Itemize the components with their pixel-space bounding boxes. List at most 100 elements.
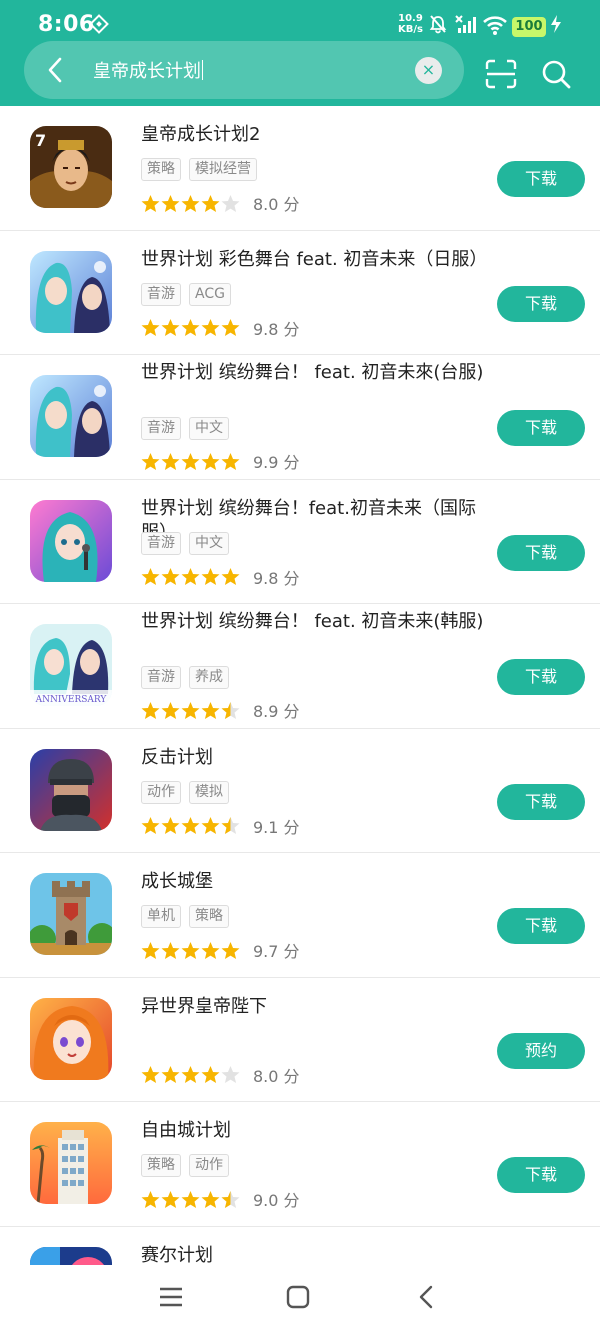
app-icon[interactable] <box>30 499 112 582</box>
category-tag: 单机 <box>141 905 181 928</box>
tag-list: 动作 模拟 <box>141 780 229 804</box>
app-name[interactable]: 自由城计划 <box>141 1119 486 1143</box>
app-icon[interactable] <box>30 250 112 333</box>
star-full-icon <box>161 1066 180 1083</box>
app-icon[interactable]: ANNIVERSARY <box>30 624 112 706</box>
star-half-icon <box>221 701 240 719</box>
category-tag: 音游 <box>141 282 181 306</box>
star-full-icon <box>161 701 180 719</box>
back-arrow-icon[interactable] <box>40 54 72 86</box>
app-icon[interactable] <box>30 748 112 831</box>
app-name[interactable]: 反击计划 <box>141 746 486 770</box>
star-full-icon <box>181 319 200 336</box>
star-full-icon <box>181 701 200 719</box>
app-list-item[interactable]: 成长城堡 单机 策略 9.7 分 下载 <box>0 853 600 978</box>
star-full-icon <box>201 452 220 470</box>
app-name[interactable]: 世界计划 彩色舞台 feat. 初音未来（日服） <box>141 248 487 272</box>
back-nav-icon[interactable] <box>416 1285 436 1309</box>
charging-icon <box>551 15 561 33</box>
menu-icon[interactable] <box>158 1285 184 1309</box>
star-full-icon <box>181 194 200 212</box>
battery-indicator: 100 <box>512 17 546 37</box>
star-full-icon <box>161 568 180 585</box>
download-button[interactable]: 下载 <box>497 285 585 322</box>
category-tag: 策略 <box>141 158 181 181</box>
star-full-icon <box>201 319 220 336</box>
search-icon[interactable] <box>540 58 572 90</box>
star-full-icon <box>181 452 200 470</box>
star-full-icon <box>161 817 180 834</box>
star-full-icon <box>181 817 200 834</box>
app-name[interactable]: 成长城堡 <box>141 870 486 894</box>
star-rating: 9.8 分 <box>141 316 300 340</box>
app-list-item[interactable]: 异世界皇帝陛下 8.0 分 预约 <box>0 978 600 1102</box>
rating-score: 9.8 分 <box>253 568 300 588</box>
search-bar[interactable]: 皇帝成长计划 × <box>24 41 464 99</box>
star-full-icon <box>141 1190 160 1208</box>
app-list-item[interactable]: ANNIVERSARY 世界计划 缤纷舞台！ feat. 初音未来(韩服) 音游 养成… <box>0 604 600 729</box>
star-full-icon <box>161 194 180 212</box>
app-name[interactable]: 世界计划 缤纷舞台！ feat. 初音未来(韩服) <box>141 610 486 634</box>
scan-icon[interactable] <box>484 58 518 90</box>
rating-score: 9.9 分 <box>253 453 300 472</box>
app-icon[interactable] <box>30 375 112 457</box>
app-list-item[interactable]: 赛尔计划 <box>0 1227 600 1266</box>
app-name[interactable]: 皇帝成长计划2 <box>141 123 486 147</box>
status-time: 8:06 <box>38 12 95 37</box>
download-button[interactable]: 下载 <box>497 534 585 571</box>
status-bar: 8:06 10.9 KB/s 100 <box>0 0 600 46</box>
star-full-icon <box>201 817 220 834</box>
download-button[interactable]: 下载 <box>497 410 585 446</box>
star-rating: 9.0 分 <box>141 1187 300 1211</box>
star-full-icon <box>161 452 180 470</box>
app-icon[interactable] <box>30 997 112 1080</box>
star-rating: 9.9 分 <box>141 449 300 473</box>
star-rating: 8.9 分 <box>141 698 300 722</box>
download-button[interactable]: 下载 <box>497 161 585 197</box>
download-button[interactable]: 下载 <box>497 908 585 944</box>
home-icon[interactable] <box>286 1285 310 1309</box>
app-list-item[interactable]: 反击计划动作 模拟 9.1 分 下载 <box>0 729 600 853</box>
star-full-icon <box>201 194 220 212</box>
category-tag: 动作 <box>189 1154 229 1177</box>
app-icon[interactable] <box>30 1122 112 1204</box>
download-button[interactable]: 下载 <box>497 783 585 820</box>
tag-list: 音游 ACG <box>141 282 231 306</box>
app-icon[interactable] <box>30 873 112 955</box>
star-full-icon <box>181 1190 200 1208</box>
category-tag: 中文 <box>189 531 229 555</box>
reserve-button[interactable]: 预约 <box>497 1032 585 1069</box>
star-full-icon <box>201 941 220 959</box>
star-full-icon <box>161 319 180 336</box>
app-list-item[interactable]: 世界计划 缤纷舞台！ feat. 初音未來(台服) 音游 中文 9.9 分 下载 <box>0 355 600 480</box>
app-header: 8:06 10.9 KB/s 100 皇帝成长计划 × <box>0 0 600 106</box>
app-list-item[interactable]: 自由城计划 策略 动作 9.0 分 下载 <box>0 1102 600 1227</box>
category-tag: 音游 <box>141 531 181 555</box>
category-tag: 模拟 <box>189 780 229 804</box>
clear-search-button[interactable]: × <box>415 57 442 84</box>
rating-score: 9.0 分 <box>253 1191 300 1210</box>
category-tag: 音游 <box>141 666 181 689</box>
app-list-item[interactable]: 世界计划 缤纷舞台！feat.初音未来（国际服）音游中文9.8 分下载 <box>0 480 600 604</box>
star-full-icon <box>221 941 240 959</box>
star-half-icon <box>221 1190 240 1208</box>
app-name[interactable]: 世界计划 缤纷舞台！ feat. 初音未來(台服) <box>141 361 486 385</box>
app-icon[interactable] <box>30 1246 112 1265</box>
download-button[interactable]: 下载 <box>497 1157 585 1193</box>
rating-score: 8.0 分 <box>253 195 300 214</box>
download-button[interactable]: 下载 <box>497 659 585 695</box>
star-full-icon <box>181 568 200 585</box>
svg-text:7: 7 <box>35 131 46 150</box>
app-list-item[interactable]: 7 皇帝成长计划2 策略 模拟经营 8.0 分 下载 <box>0 106 600 231</box>
app-name[interactable]: 赛尔计划 <box>141 1244 486 1266</box>
star-full-icon <box>141 319 160 336</box>
app-name[interactable]: 异世界皇帝陛下 <box>141 995 486 1019</box>
app-list-item[interactable]: 世界计划 彩色舞台 feat. 初音未来（日服） 音游 ACG 9.8 分 下载 <box>0 231 600 355</box>
app-icon[interactable]: 7 <box>30 126 112 208</box>
search-results-list[interactable]: 7 皇帝成长计划2 策略 模拟经营 8.0 分下载 世界计划 彩色舞台 feat. 初音未… <box>0 106 600 1265</box>
rating-score: 9.1 分 <box>253 817 300 837</box>
search-input[interactable]: 皇帝成长计划 <box>93 57 203 83</box>
star-rating: 8.0 分 <box>141 1063 300 1087</box>
star-full-icon <box>201 1066 220 1083</box>
star-full-icon <box>181 1066 200 1083</box>
